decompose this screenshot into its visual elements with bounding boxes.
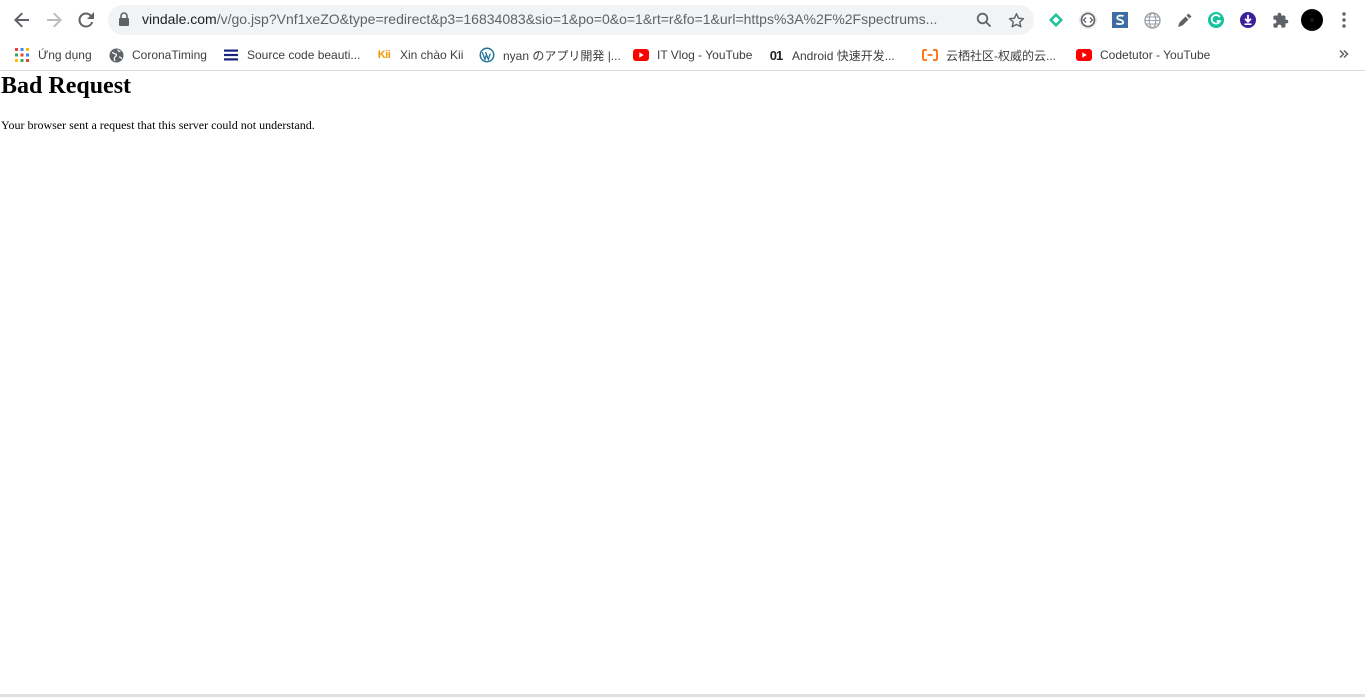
bookmark-codetutor[interactable]: Codetutor - YouTube [1076, 44, 1210, 66]
url-domain: vindale.com [142, 11, 217, 27]
s-box-extension-icon [1112, 12, 1128, 28]
apps-grid-icon [14, 47, 30, 63]
bookmark-apps[interactable]: Ứng dụng [14, 44, 92, 66]
page-content: Bad Request Your browser sent a request … [0, 71, 1365, 697]
bookmark-label: Ứng dụng [38, 48, 92, 62]
vertical-dots-icon [1342, 12, 1346, 28]
bookmark-label: Source code beauti... [247, 48, 361, 62]
kii-logo-icon: Kii [377, 49, 391, 61]
youtube-icon [1076, 47, 1092, 63]
bookmark-label: nyan のアプリ開発 |... [503, 48, 621, 63]
arrow-left-icon [14, 12, 29, 28]
bookmark-label: IT Vlog - YouTube [657, 48, 753, 62]
menu-lines-icon [223, 47, 239, 63]
extension-downloader[interactable] [1238, 10, 1258, 30]
more-bookmarks-button[interactable] [1339, 46, 1349, 62]
wordpress-icon [479, 47, 495, 63]
globe-extension-icon [1143, 11, 1161, 29]
bookmarks-bar: Ứng dụng CoronaTiming Source code beauti… [0, 40, 1365, 71]
extension-circle-code[interactable] [1078, 10, 1098, 30]
search-icon [976, 12, 992, 28]
search-zoom-button[interactable] [974, 10, 994, 30]
youtube-icon [633, 47, 649, 63]
browser-toolbar: vindale.com/v/go.jsp?Vnf1xeZO&type=redir… [0, 0, 1365, 40]
page-title: Bad Request [1, 73, 132, 99]
back-button[interactable] [8, 6, 36, 34]
extension-eyedropper[interactable] [1174, 10, 1194, 30]
url-path: /v/go.jsp?Vnf1xeZO&type=redirect&p3=1683… [216, 11, 938, 27]
globe-icon [108, 47, 124, 63]
bookmark-nyan[interactable]: nyan のアプリ開発 |... [479, 44, 621, 66]
extension-globe[interactable] [1142, 10, 1162, 30]
avatar-icon [1301, 9, 1323, 31]
bookmark-label: 云栖社区-权威的云... [946, 48, 1056, 63]
bookmark-it-vlog[interactable]: IT Vlog - YouTube [633, 44, 752, 66]
bookmark-label: Xin chào Kii [400, 48, 464, 62]
bookmark-label: Codetutor - YouTube [1100, 48, 1211, 62]
extension-grammarly[interactable] [1206, 10, 1226, 30]
circle-code-extension-icon [1079, 11, 1097, 29]
url-text[interactable]: vindale.com/v/go.jsp?Vnf1xeZO&type=redir… [142, 11, 962, 27]
forward-button[interactable] [40, 6, 68, 34]
puzzle-piece-icon [1272, 12, 1288, 28]
reload-button[interactable] [72, 6, 100, 34]
chrome-menu-button[interactable] [1334, 10, 1354, 30]
aliyun-icon [922, 47, 938, 63]
download-circle-icon [1240, 12, 1256, 28]
lock-icon [119, 12, 129, 26]
address-bar[interactable]: vindale.com/v/go.jsp?Vnf1xeZO&type=redir… [108, 5, 1034, 35]
bookmark-label: CoronaTiming [132, 48, 207, 62]
bookmark-label: Android 快速开发... [792, 48, 895, 63]
bookmark-android[interactable]: 01 Android 快速开发... [768, 44, 895, 66]
bookmark-aliyun[interactable]: 云栖社区-权威的云... [922, 44, 1056, 66]
bookmark-source-code[interactable]: Source code beauti... [223, 44, 360, 66]
grammarly-icon [1208, 12, 1224, 28]
reload-icon [78, 12, 94, 28]
double-chevron-right-icon [1339, 49, 1349, 59]
profile-avatar[interactable] [1301, 9, 1323, 31]
diamond-extension-icon [1049, 13, 1063, 27]
bookmark-kii[interactable]: Kii Xin chào Kii [376, 44, 464, 66]
extension-diamond[interactable] [1046, 10, 1066, 30]
01-logo-icon: 01 [769, 47, 783, 63]
star-outline-icon [1008, 12, 1024, 28]
extension-s-box[interactable] [1110, 10, 1130, 30]
bookmark-star-button[interactable] [1006, 10, 1026, 30]
eyedropper-icon [1177, 13, 1191, 27]
bookmark-coronatiming[interactable]: CoronaTiming [108, 44, 207, 66]
error-message: Your browser sent a request that this se… [1, 118, 315, 132]
arrow-right-icon [47, 12, 62, 28]
extensions-menu-button[interactable] [1270, 10, 1290, 30]
